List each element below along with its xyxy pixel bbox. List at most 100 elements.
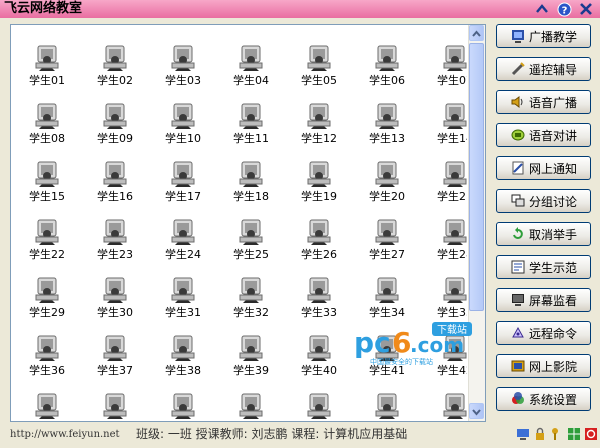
student-computer[interactable]: 学生20 — [359, 159, 415, 211]
student-computer[interactable]: 学生36 — [19, 333, 75, 385]
student-computer[interactable]: 学生07 — [427, 43, 467, 95]
grid-icon[interactable] — [567, 427, 581, 441]
student-computer[interactable]: 学生02 — [87, 43, 143, 95]
student-computer[interactable]: 学生17 — [155, 159, 211, 211]
student-computer[interactable]: 学生15 — [19, 159, 75, 211]
sidebar-button-broadcast[interactable]: 广播教学 — [496, 24, 591, 48]
student-computer[interactable]: 学生31 — [155, 275, 211, 327]
student-computer[interactable]: 学生23 — [87, 217, 143, 269]
student-computer-icon — [359, 333, 415, 363]
student-label: 学生15 — [29, 190, 65, 203]
vertical-scrollbar[interactable] — [468, 25, 485, 421]
sidebar-button-intercom[interactable]: 语音对讲 — [496, 123, 591, 147]
student-computer-icon — [155, 101, 211, 131]
sidebar-button-notice[interactable]: 网上通知 — [496, 156, 591, 180]
key-icon[interactable] — [550, 427, 564, 441]
student-computer[interactable]: 学生40 — [291, 333, 347, 385]
student-computer[interactable]: 学生22 — [19, 217, 75, 269]
website-url[interactable]: http://www.feiyun.net — [10, 424, 120, 445]
scroll-up-button[interactable] — [469, 25, 484, 41]
student-computer[interactable]: 学生49 — [427, 391, 467, 421]
student-computer[interactable]: 学生35 — [427, 275, 467, 327]
student-computer[interactable]: 学生25 — [223, 217, 279, 269]
student-computer[interactable]: 学生16 — [87, 159, 143, 211]
student-computer[interactable]: 学生06 — [359, 43, 415, 95]
student-label: 学生29 — [29, 306, 65, 319]
sidebar-button-cinema[interactable]: 网上影院 — [496, 354, 591, 378]
student-computer[interactable]: 学生44 — [87, 391, 143, 421]
sidebar-button-settings[interactable]: 系统设置 — [496, 387, 591, 411]
student-computer[interactable]: 学生28 — [427, 217, 467, 269]
student-computer[interactable]: 学生21 — [427, 159, 467, 211]
student-computer[interactable]: 学生41 — [359, 333, 415, 385]
sidebar-button-group-discussion[interactable]: 分组讨论 — [496, 189, 591, 213]
student-label: 学生41 — [369, 364, 405, 377]
student-computer[interactable]: 学生26 — [291, 217, 347, 269]
student-computer[interactable]: 学生05 — [291, 43, 347, 95]
student-label: 学生40 — [301, 364, 337, 377]
group-discussion-icon — [509, 192, 527, 210]
student-label: 学生05 — [301, 74, 337, 87]
student-label: 学生37 — [97, 364, 133, 377]
student-computer-icon — [359, 391, 415, 421]
student-computer[interactable]: 学生37 — [87, 333, 143, 385]
student-computer[interactable]: 学生09 — [87, 101, 143, 153]
network-icon[interactable] — [516, 427, 530, 441]
student-computer[interactable]: 学生38 — [155, 333, 211, 385]
lock-icon[interactable] — [533, 427, 547, 441]
close-icon[interactable] — [578, 1, 594, 17]
student-computer[interactable]: 学生03 — [155, 43, 211, 95]
student-computer-icon — [87, 159, 143, 189]
help-icon[interactable]: ? — [556, 1, 572, 17]
student-computer-icon — [19, 333, 75, 363]
sidebar-button-speaker[interactable]: 语音广播 — [496, 90, 591, 114]
student-label: 学生27 — [369, 248, 405, 261]
student-computer[interactable]: 学生08 — [19, 101, 75, 153]
student-computer[interactable]: 学生19 — [291, 159, 347, 211]
student-computer[interactable]: 学生46 — [223, 391, 279, 421]
student-computer[interactable]: 学生18 — [223, 159, 279, 211]
student-computer[interactable]: 学生32 — [223, 275, 279, 327]
student-computer[interactable]: 学生04 — [223, 43, 279, 95]
sidebar-button-label: 屏幕监看 — [529, 293, 578, 308]
student-computer[interactable]: 学生33 — [291, 275, 347, 327]
student-computer[interactable]: 学生47 — [291, 391, 347, 421]
scrollbar-thumb[interactable] — [469, 43, 484, 311]
student-computer[interactable]: 学生12 — [291, 101, 347, 153]
student-computer[interactable]: 学生27 — [359, 217, 415, 269]
sidebar-button-student-demo[interactable]: 学生示范 — [496, 255, 591, 279]
student-computer-icon — [359, 159, 415, 189]
scroll-down-button[interactable] — [469, 403, 484, 419]
sidebar-button-label: 系统设置 — [529, 392, 578, 407]
student-computer[interactable]: 学生29 — [19, 275, 75, 327]
student-computer-icon — [359, 275, 415, 305]
sidebar-button-remote-command[interactable]: 远程命令 — [496, 321, 591, 345]
student-label: 学生21 — [437, 190, 467, 203]
student-computer[interactable]: 学生14 — [427, 101, 467, 153]
student-computer[interactable]: 学生45 — [155, 391, 211, 421]
up-arrow-icon[interactable] — [534, 1, 550, 17]
student-label: 学生09 — [97, 132, 133, 145]
student-computer-icon — [19, 101, 75, 131]
student-computer[interactable]: 学生24 — [155, 217, 211, 269]
student-computer[interactable]: 学生30 — [87, 275, 143, 327]
student-computer[interactable]: 学生39 — [223, 333, 279, 385]
student-computer[interactable]: 学生42 — [427, 333, 467, 385]
student-computer[interactable]: 学生48 — [359, 391, 415, 421]
student-label: 学生23 — [97, 248, 133, 261]
sidebar-button-cancel-raise-hand[interactable]: 取消举手 — [496, 222, 591, 246]
sidebar-button-screen-monitor[interactable]: 屏幕监看 — [496, 288, 591, 312]
student-label: 学生25 — [233, 248, 269, 261]
sidebar-button-label: 语音对讲 — [529, 128, 578, 143]
student-computer[interactable]: 学生34 — [359, 275, 415, 327]
student-computer[interactable]: 学生43 — [19, 391, 75, 421]
student-computer[interactable]: 学生01 — [19, 43, 75, 95]
student-computer-icon — [291, 391, 347, 421]
student-computer[interactable]: 学生13 — [359, 101, 415, 153]
power-icon[interactable] — [584, 427, 598, 441]
student-label: 学生01 — [29, 74, 65, 87]
student-computer[interactable]: 学生10 — [155, 101, 211, 153]
window-title: 飞云网络教室 — [4, 1, 83, 16]
sidebar-button-remote-control[interactable]: 遥控辅导 — [496, 57, 591, 81]
student-computer[interactable]: 学生11 — [223, 101, 279, 153]
